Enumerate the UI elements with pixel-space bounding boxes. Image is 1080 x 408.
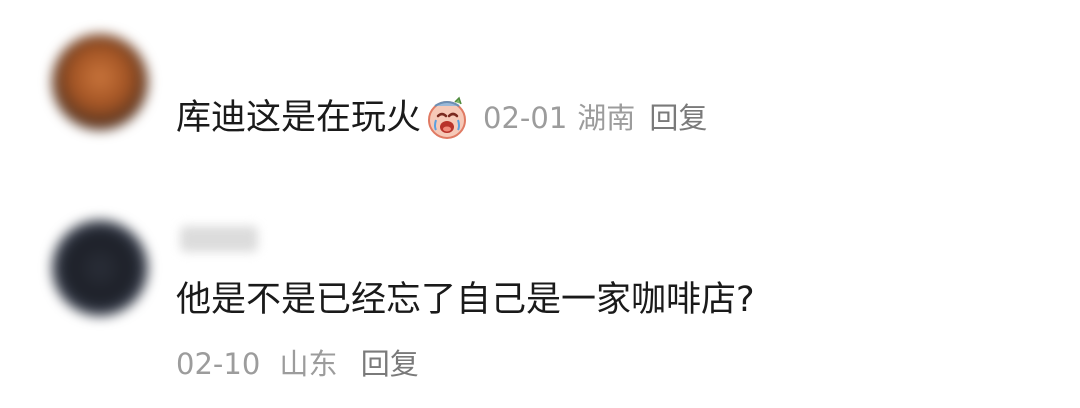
comment-list: 库迪这是在玩火 02-01 湖南 回复 他是不是已经忘了自己是一家咖啡店? 02… [0,0,1080,408]
crying-face-icon [425,96,469,140]
comment-location: 湖南 [577,101,636,135]
comment-meta: 02-10 山东 回复 [176,344,419,384]
comment-text: 库迪这是在玩火 [176,98,422,138]
avatar[interactable] [52,220,148,316]
username-redacted [180,226,258,252]
comment-location: 山东 [279,347,338,381]
comment-text: 他是不是已经忘了自己是一家咖啡店? [176,280,755,320]
comment-body: 他是不是已经忘了自己是一家咖啡店? [176,278,755,322]
avatar[interactable] [52,34,148,130]
reply-button[interactable]: 回复 [649,98,707,138]
reply-button[interactable]: 回复 [361,347,419,381]
comment-date: 02-01 [483,101,568,135]
comment-body: 库迪这是在玩火 02-01 湖南 回复 [176,96,707,140]
comment-meta: 02-01 湖南 回复 [483,98,707,138]
comment-date: 02-10 [176,347,261,381]
